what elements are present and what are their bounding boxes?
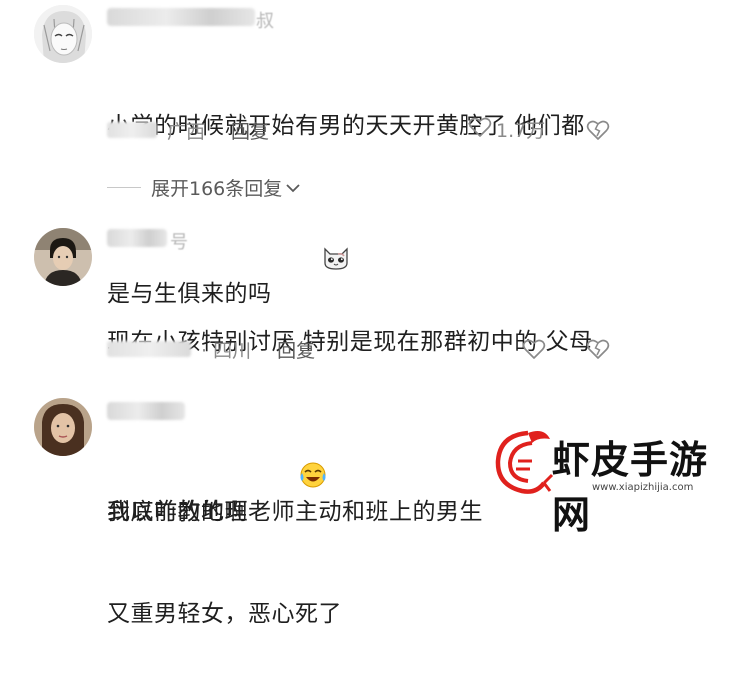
avatar[interactable] [34,228,92,286]
comment-meta: 广西 回复 [107,116,269,144]
comment-text-line-2: 又重男轻女，恶心死了 [107,601,342,627]
comment-location: 广西 [167,120,206,143]
like-button[interactable]: 1.7万 [468,116,545,143]
comment-location: · 四川 [201,339,252,362]
like-count: 1.7万 [496,120,546,142]
comment-meta: · 四川 回复 [107,335,315,363]
watermark: 虾皮手游网 www.xiapizhijia.com [488,425,742,537]
expand-replies-label: 展开166条回复 [151,178,283,200]
reply-button[interactable]: 回复 [231,117,269,144]
dislike-button[interactable] [585,119,611,145]
avatar[interactable] [34,398,92,456]
reply-button[interactable]: 回复 [277,336,315,363]
comment-date [107,341,191,357]
divider [107,187,141,188]
comment-text: 我以前的地理老师主动和班上的男生 又重男轻女，恶心死了 [107,427,483,699]
username-suffix: 叔 [256,11,274,32]
broken-heart-icon [585,120,611,145]
comment-date [107,122,157,138]
like-button[interactable] [522,338,546,365]
avatar[interactable] [34,5,92,63]
username[interactable] [107,8,255,26]
username[interactable] [107,402,185,420]
expand-replies-button[interactable]: 展开166条回复 [107,174,301,201]
watermark-url: www.xiapizhijia.com [592,482,694,493]
comment-text-line: 我以前的地理老师主动和班上的男生 [107,499,483,525]
dislike-button[interactable] [585,338,611,364]
heart-icon [468,116,492,143]
chevron-down-icon [285,177,301,199]
broken-heart-icon [585,339,611,364]
heart-icon [522,338,546,365]
username-suffix: 号 [170,232,188,253]
username[interactable] [107,229,167,247]
shrimp-logo-icon [488,425,554,504]
